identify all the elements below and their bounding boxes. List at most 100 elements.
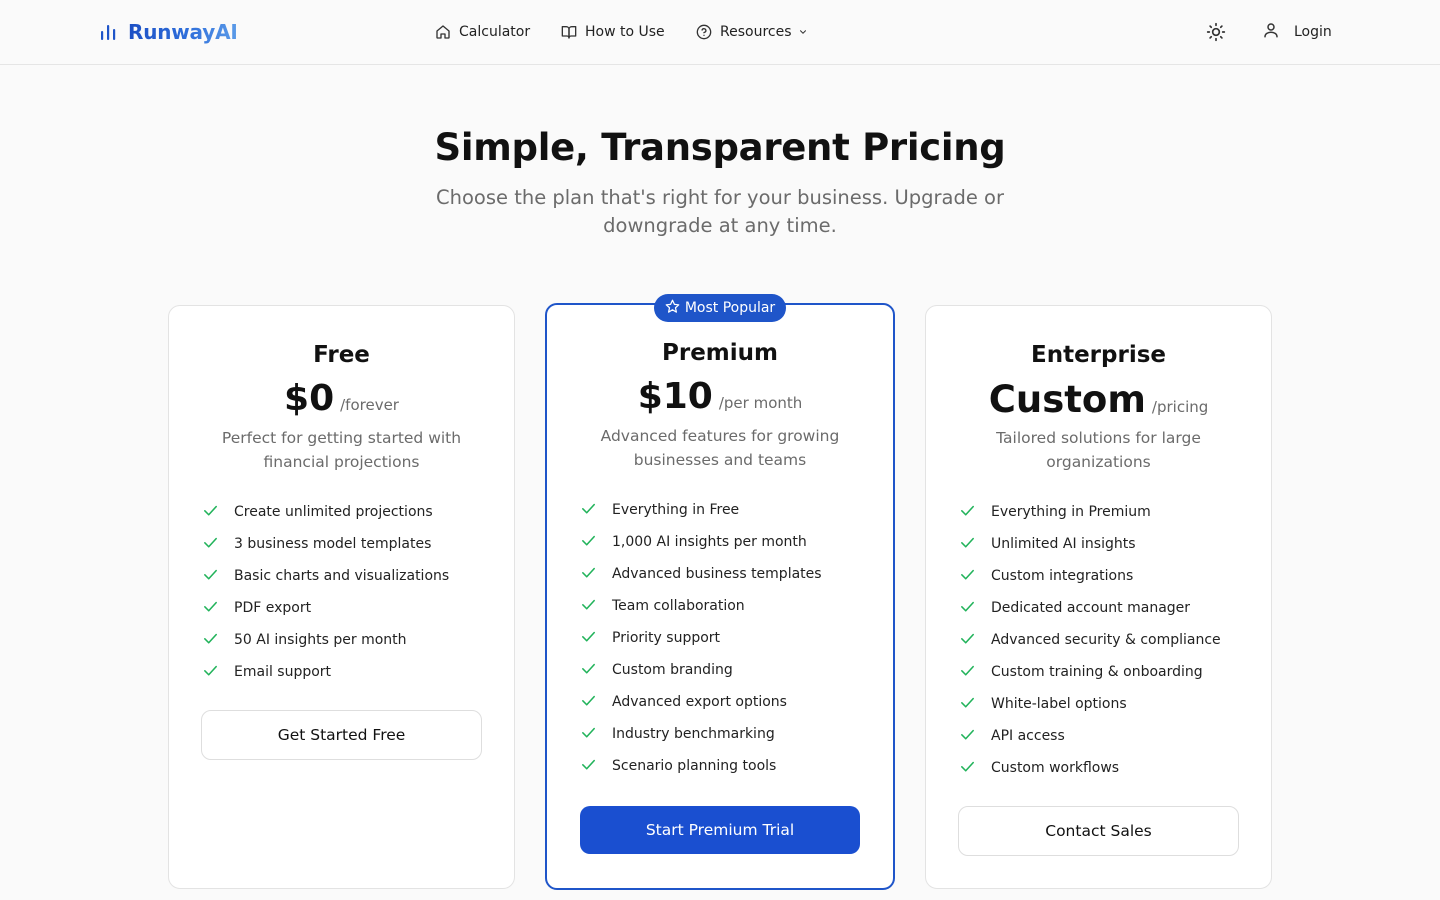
check-icon [959, 502, 976, 523]
brand-logo[interactable]: RunwayAI [98, 19, 238, 45]
feature-item: 1,000 AI insights per month [580, 526, 822, 558]
feature-label: Advanced business templates [612, 566, 822, 582]
plan-card-free: Free $0 /forever Perfect for getting sta… [168, 305, 515, 889]
page-subtitle: Choose the plan that's right for your bu… [436, 186, 1004, 237]
feature-label: Advanced security & compliance [991, 632, 1221, 648]
feature-item: Dedicated account manager [959, 592, 1221, 624]
feature-label: Custom training & onboarding [991, 664, 1203, 680]
login-button[interactable]: Login [1262, 21, 1332, 43]
feature-label: Team collaboration [612, 598, 745, 614]
plan-description: Perfect for getting started with financi… [221, 429, 462, 471]
feature-item: Priority support [580, 622, 822, 654]
feature-label: 3 business model templates [234, 536, 432, 552]
chevron-down-icon [798, 27, 808, 37]
feature-item: Advanced export options [580, 686, 822, 718]
home-icon [435, 24, 451, 40]
get-started-free-button[interactable]: Get Started Free [201, 710, 482, 760]
user-icon [1262, 21, 1280, 43]
feature-list: Create unlimited projections 3 business … [202, 496, 449, 688]
feature-item: Custom workflows [959, 752, 1221, 784]
feature-label: Scenario planning tools [612, 758, 777, 774]
check-icon [580, 500, 597, 521]
login-label: Login [1294, 24, 1332, 40]
check-icon [202, 502, 219, 523]
sun-icon [1206, 22, 1226, 46]
plan-description: Tailored solutions for large organizatio… [996, 429, 1201, 471]
check-icon [580, 532, 597, 553]
check-icon [959, 758, 976, 779]
plan-name: Premium [662, 340, 778, 366]
book-icon [561, 24, 577, 40]
plan-price: Custom [988, 378, 1146, 421]
badge-label: Most Popular [684, 300, 776, 316]
start-premium-trial-button[interactable]: Start Premium Trial [580, 806, 860, 854]
feature-label: Custom workflows [991, 760, 1120, 776]
check-icon [580, 564, 597, 585]
check-icon [580, 692, 597, 713]
feature-label: PDF export [234, 600, 312, 616]
feature-label: 1,000 AI insights per month [612, 534, 807, 550]
top-nav-bar: RunwayAI Calculator How to Use Resources [0, 0, 1440, 65]
feature-label: White-label options [991, 696, 1127, 712]
feature-label: API access [991, 728, 1065, 744]
plan-period: /pricing [1151, 398, 1209, 416]
feature-label: Create unlimited projections [234, 504, 433, 520]
check-icon [202, 534, 219, 555]
plan-card-premium: Premium $10 /per month Advanced features… [545, 303, 895, 890]
check-icon [202, 566, 219, 587]
feature-label: Priority support [612, 630, 721, 646]
feature-item: Scenario planning tools [580, 750, 822, 782]
plan-price: $10 [637, 376, 713, 417]
check-icon [580, 596, 597, 617]
feature-label: Advanced export options [612, 694, 787, 710]
contact-sales-button[interactable]: Contact Sales [958, 806, 1239, 856]
check-icon [959, 598, 976, 619]
feature-label: Unlimited AI insights [991, 536, 1136, 552]
check-icon [580, 628, 597, 649]
feature-item: Advanced business templates [580, 558, 822, 590]
feature-item: Team collaboration [580, 590, 822, 622]
feature-item: Basic charts and visualizations [202, 560, 449, 592]
check-icon [580, 660, 597, 681]
check-icon [959, 694, 976, 715]
feature-label: Industry benchmarking [612, 726, 775, 742]
price-row: $0 /forever [169, 378, 514, 419]
nav-resources-label: Resources [720, 24, 792, 40]
feature-item: Unlimited AI insights [959, 528, 1221, 560]
feature-item: Everything in Premium [959, 496, 1221, 528]
feature-item: Everything in Free [580, 494, 822, 526]
plan-period: /forever [340, 396, 399, 414]
star-icon [665, 299, 680, 318]
feature-item: Email support [202, 656, 449, 688]
page-title: Simple, Transparent Pricing [434, 126, 1006, 169]
plan-description: Advanced features for growing businesses… [600, 427, 840, 469]
nav-calculator[interactable]: Calculator [435, 21, 530, 43]
feature-item: Custom branding [580, 654, 822, 686]
feature-list: Everything in Free 1,000 AI insights per… [580, 494, 822, 782]
check-icon [959, 662, 976, 683]
feature-label: Everything in Premium [991, 504, 1151, 520]
nav-how-to-use[interactable]: How to Use [561, 21, 665, 43]
check-icon [580, 724, 597, 745]
feature-label: Dedicated account manager [991, 600, 1191, 616]
theme-toggle-button[interactable] [1206, 22, 1226, 42]
feature-item: Create unlimited projections [202, 496, 449, 528]
nav-resources-dropdown[interactable]: Resources [696, 21, 808, 43]
feature-item: API access [959, 720, 1221, 752]
feature-label: Basic charts and visualizations [234, 568, 450, 584]
brand-name: RunwayAI [128, 20, 238, 44]
feature-list: Everything in Premium Unlimited AI insig… [959, 496, 1221, 784]
check-icon [959, 566, 976, 587]
check-icon [959, 630, 976, 651]
feature-item: PDF export [202, 592, 449, 624]
check-icon [202, 598, 219, 619]
nav-how-to-use-label: How to Use [585, 24, 665, 40]
feature-label: Everything in Free [612, 502, 740, 518]
feature-item: Industry benchmarking [580, 718, 822, 750]
price-row: $10 /per month [547, 376, 893, 417]
check-icon [580, 756, 597, 777]
check-icon [959, 534, 976, 555]
feature-item: 50 AI insights per month [202, 624, 449, 656]
feature-item: Custom training & onboarding [959, 656, 1221, 688]
feature-label: 50 AI insights per month [234, 632, 407, 648]
